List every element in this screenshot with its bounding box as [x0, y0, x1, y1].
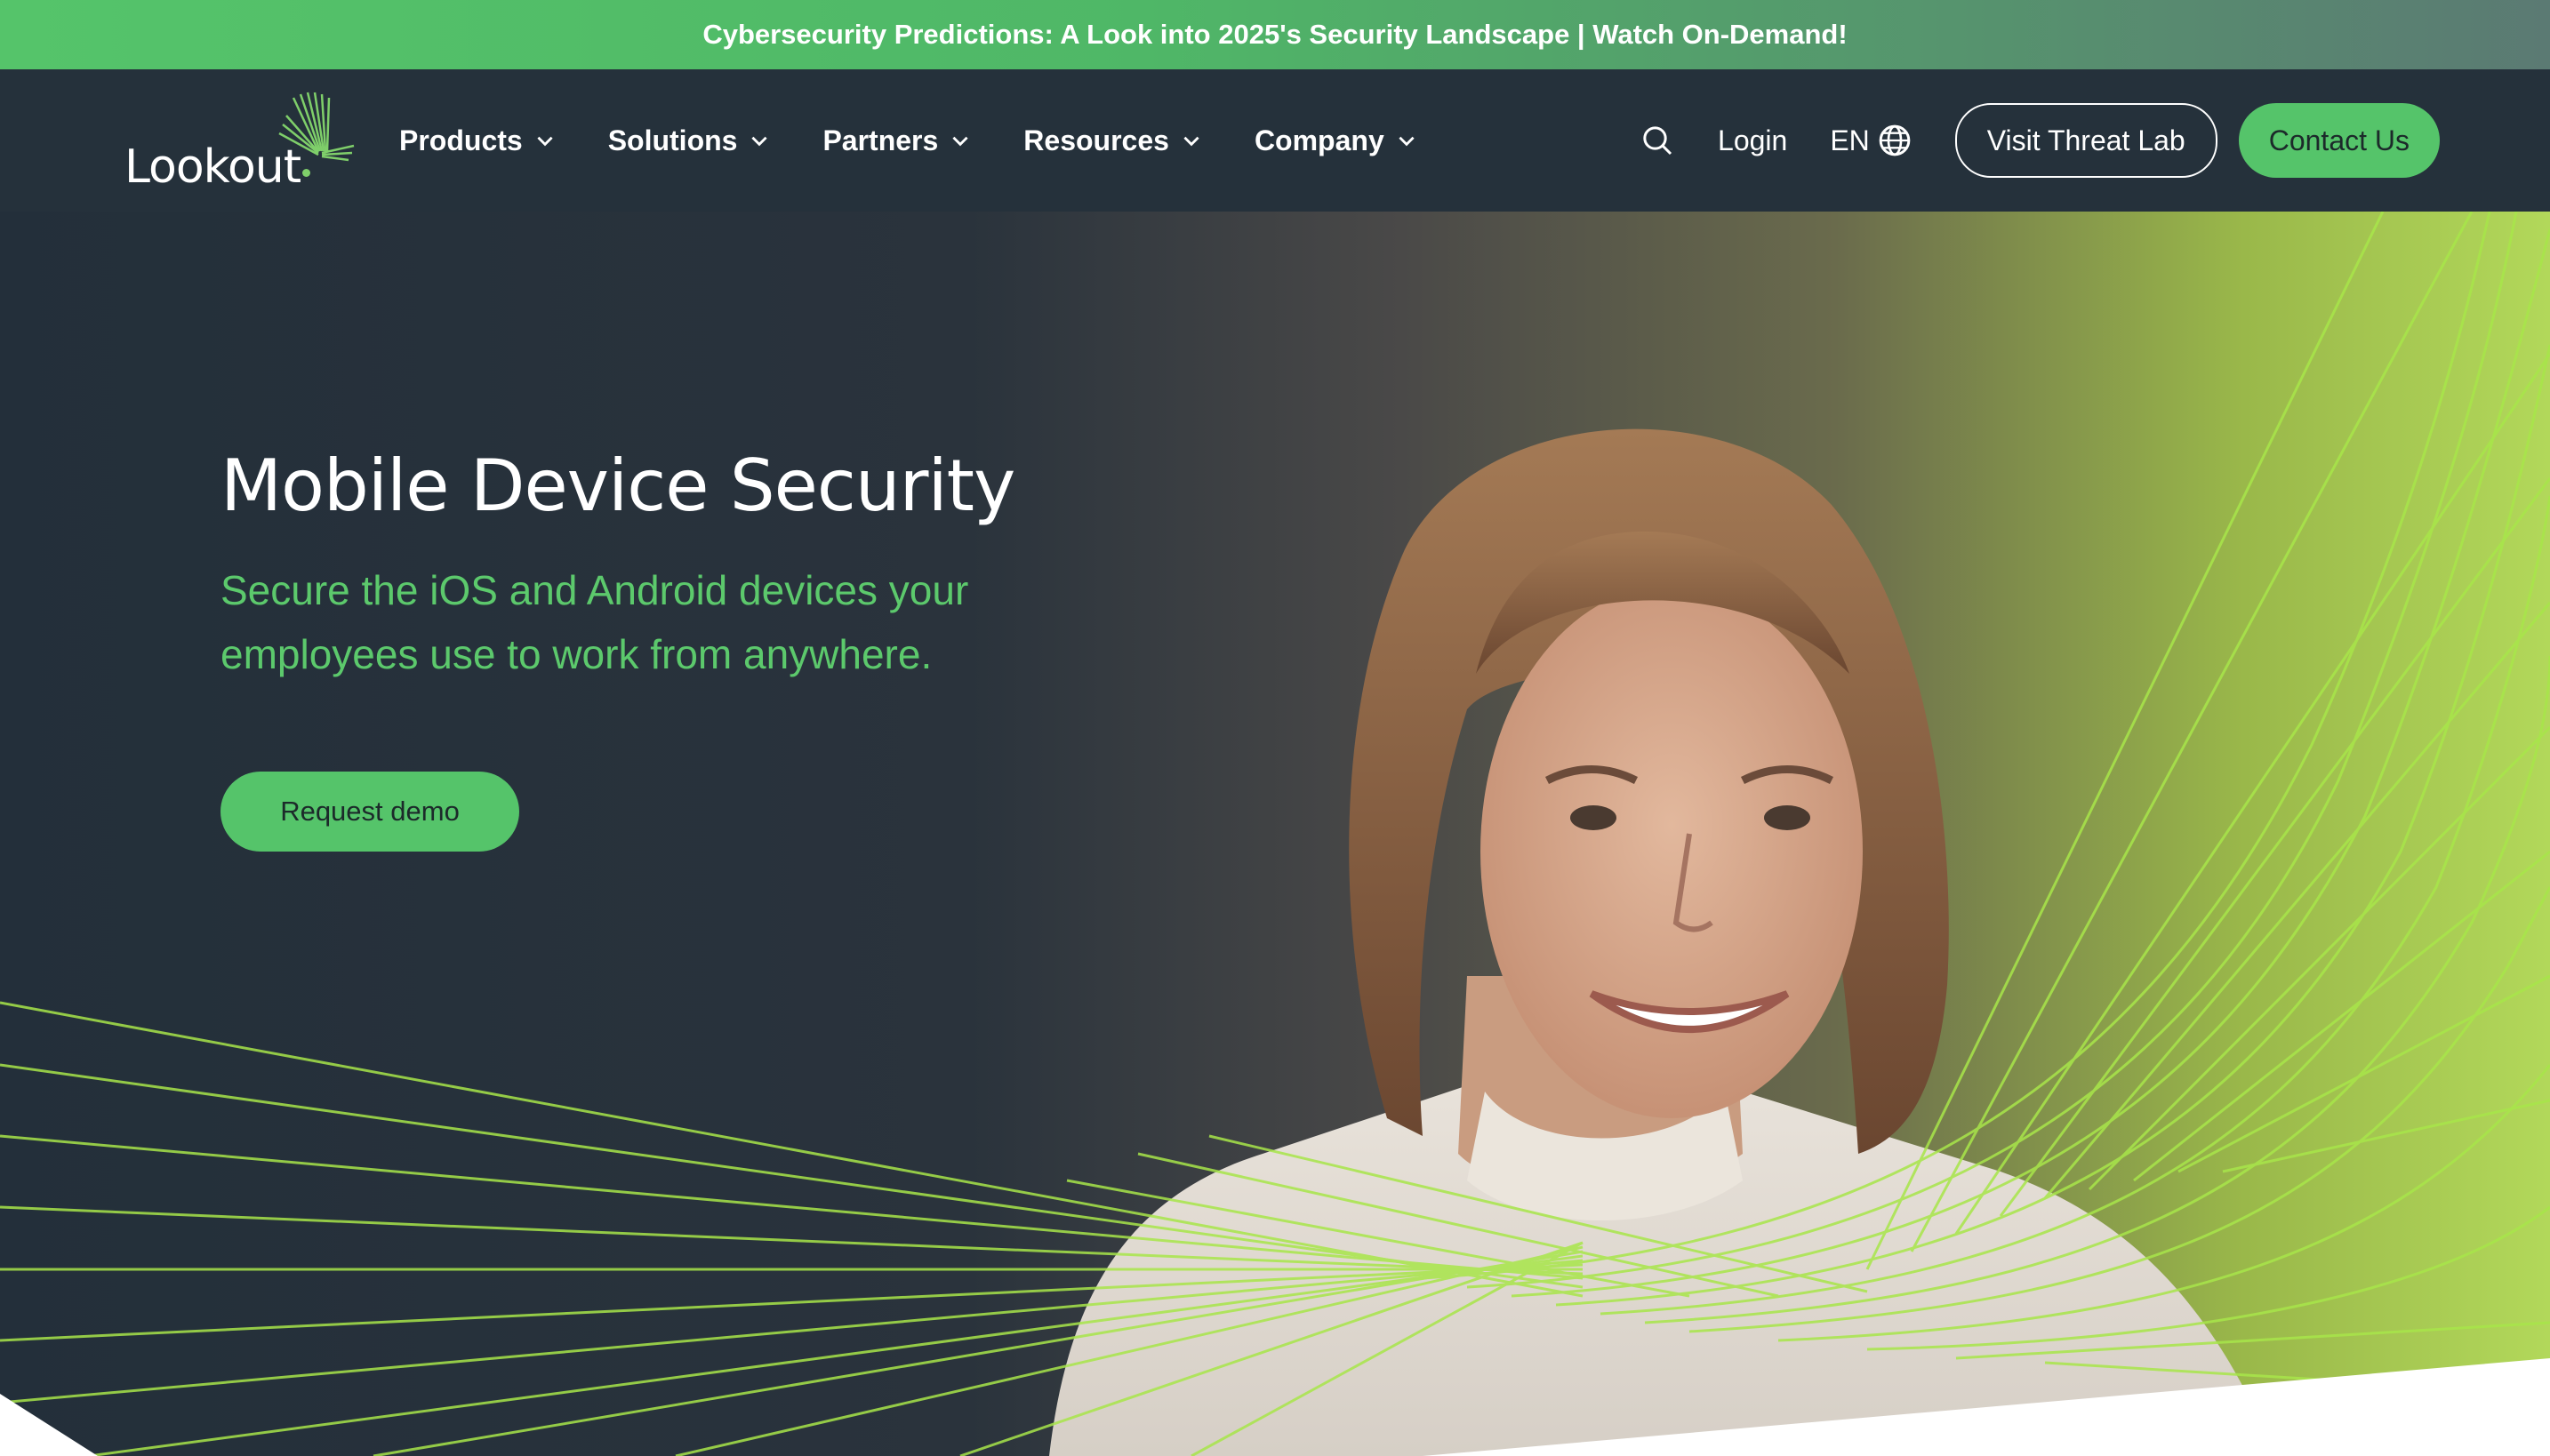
- hero-title: Mobile Device Security: [221, 444, 1015, 527]
- globe-icon: [1879, 124, 1911, 156]
- main-nav: Lookout Products Solutions Partners Reso…: [0, 69, 2550, 212]
- nav-item-products[interactable]: Products: [399, 124, 557, 157]
- visit-threat-lab-button[interactable]: Visit Threat Lab: [1954, 103, 2217, 178]
- lookout-logo[interactable]: Lookout: [124, 89, 356, 196]
- announcement-text[interactable]: Cybersecurity Predictions: A Look into 2…: [702, 19, 1847, 51]
- nav-item-label: Solutions: [607, 124, 738, 156]
- nav-item-label: Resources: [1023, 124, 1169, 156]
- nav-item-partners[interactable]: Partners: [822, 124, 972, 157]
- announcement-banner[interactable]: Cybersecurity Predictions: A Look into 2…: [0, 0, 2550, 69]
- request-demo-label: Request demo: [280, 796, 460, 827]
- chevron-down-icon: [751, 136, 768, 147]
- logo-wordmark: Lookout: [124, 140, 301, 194]
- bottom-wedge-left: [0, 1394, 98, 1456]
- nav-item-solutions[interactable]: Solutions: [608, 124, 772, 157]
- hero-section: Mobile Device Security Secure the iOS an…: [0, 212, 2550, 1456]
- nav-actions: Login EN Visit Threat Lab Contact Us: [1640, 69, 2440, 212]
- chevron-down-icon: [952, 136, 968, 147]
- language-code: EN: [1830, 124, 1870, 156]
- nav-item-label: Company: [1254, 124, 1384, 156]
- chevron-down-icon: [1183, 136, 1199, 147]
- nav-item-company[interactable]: Company: [1255, 124, 1418, 157]
- login-link[interactable]: Login: [1718, 124, 1787, 157]
- hero-subtitle: Secure the iOS and Android devices your …: [221, 567, 969, 677]
- chevron-down-icon: [1399, 136, 1415, 147]
- nav-item-label: Partners: [822, 124, 939, 156]
- primary-menu: Products Solutions Partners Resources Co…: [399, 69, 1418, 212]
- nav-item-label: Products: [399, 124, 523, 156]
- search-icon[interactable]: [1640, 123, 1675, 158]
- logo-dot: [302, 169, 310, 177]
- nav-item-resources[interactable]: Resources: [1023, 124, 1203, 157]
- request-demo-button[interactable]: Request demo: [221, 772, 519, 852]
- threat-lab-label: Visit Threat Lab: [1986, 124, 2185, 156]
- contact-us-label: Contact Us: [2268, 124, 2410, 156]
- language-selector[interactable]: EN: [1830, 123, 1912, 158]
- contact-us-button[interactable]: Contact Us: [2238, 103, 2440, 178]
- chevron-down-icon: [537, 136, 553, 147]
